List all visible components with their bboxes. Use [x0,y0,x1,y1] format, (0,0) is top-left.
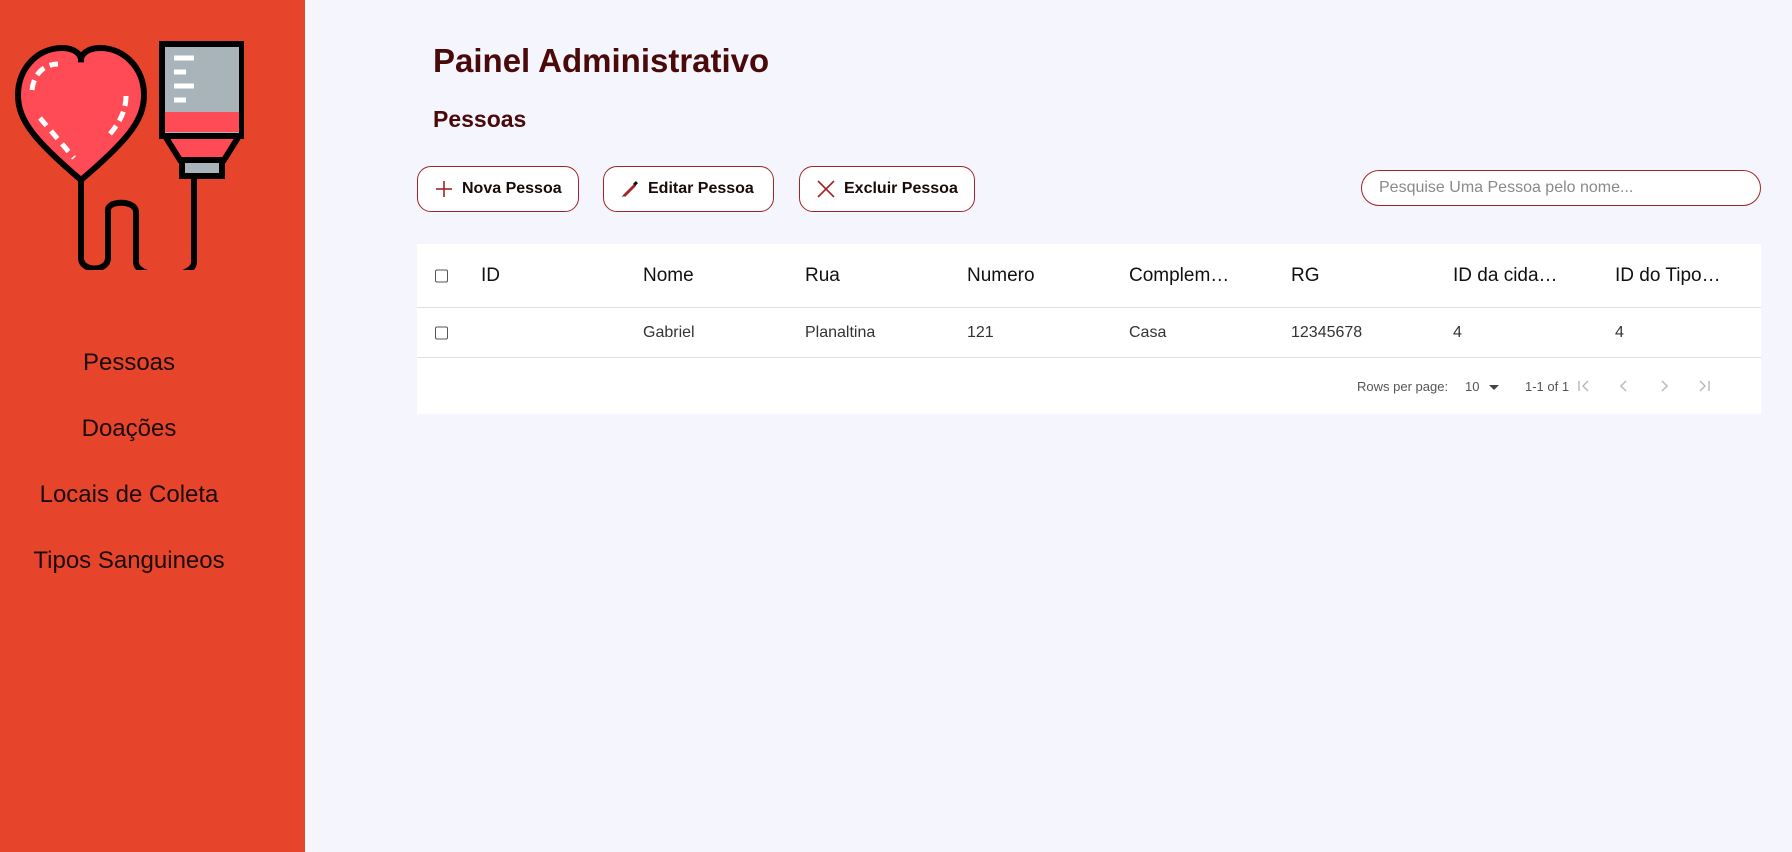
next-page-icon[interactable] [1653,375,1675,397]
column-header-rua[interactable]: Rua [805,244,955,307]
table-row[interactable]: Gabriel Planaltina 121 Casa 12345678 4 4 [417,308,1761,358]
section-title: Pessoas [433,106,527,132]
previous-page-icon[interactable] [1613,375,1635,397]
first-page-icon[interactable] [1573,375,1595,397]
cell-rg: 12345678 [1291,323,1363,341]
cell-complemento: Casa [1129,323,1167,341]
main-content: Painel Administrativo Pessoas Nova Pesso… [305,0,1792,852]
row-checkbox[interactable] [435,326,448,339]
delete-person-button[interactable]: Excluir Pessoa [799,166,975,212]
blood-donation-logo-icon [14,41,244,270]
select-all-checkbox[interactable] [435,269,448,282]
new-person-label: Nova Pessoa [462,180,562,197]
sidebar-item-locais-de-coleta[interactable]: Locais de Coleta [0,472,258,538]
cell-nome: Gabriel [643,323,695,341]
cell-id-tipo: 4 [1615,323,1624,341]
sidebar-nav: Pessoas Doações Locais de Coleta Tipos S… [0,340,258,604]
chevron-down-icon[interactable] [1489,385,1499,390]
column-header-numero[interactable]: Numero [967,244,1117,307]
plus-icon [434,179,454,199]
sidebar-item-tipos-sanguineos[interactable]: Tipos Sanguineos [0,538,258,604]
delete-person-label: Excluir Pessoa [844,180,958,197]
column-header-id[interactable]: ID [481,244,631,307]
column-header-id-cidade[interactable]: ID da cida… [1453,244,1603,307]
rows-per-page-label: Rows per page: [1357,379,1449,394]
edit-person-label: Editar Pessoa [648,180,754,197]
column-header-nome[interactable]: Nome [643,244,793,307]
cell-numero: 121 [967,323,994,341]
sidebar: Pessoas Doações Locais de Coleta Tipos S… [0,0,305,852]
new-person-button[interactable]: Nova Pessoa [417,166,579,212]
pagination: Rows per page: 10 1-1 of 1 [417,358,1761,414]
last-page-icon[interactable] [1693,375,1715,397]
page-title: Painel Administrativo [433,42,770,79]
column-header-complemento[interactable]: Complem… [1129,244,1279,307]
search-input[interactable] [1361,170,1761,206]
pagination-range: 1-1 of 1 [1525,379,1570,394]
column-header-id-tipo[interactable]: ID do Tipo… [1615,244,1755,307]
column-header-rg[interactable]: RG [1291,244,1441,307]
data-grid: ID Nome Rua Numero Complem… RG ID da cid… [417,244,1761,414]
pencil-icon [620,179,640,199]
cell-id-cidade: 4 [1453,323,1462,341]
table-header-row: ID Nome Rua Numero Complem… RG ID da cid… [417,244,1761,308]
cell-id [481,308,631,357]
close-icon [816,179,836,199]
edit-person-button[interactable]: Editar Pessoa [603,166,774,212]
rows-per-page-select[interactable]: 10 [1465,379,1479,394]
sidebar-item-doacoes[interactable]: Doações [0,406,258,472]
sidebar-item-pessoas[interactable]: Pessoas [0,340,258,406]
cell-rua: Planaltina [805,323,876,341]
